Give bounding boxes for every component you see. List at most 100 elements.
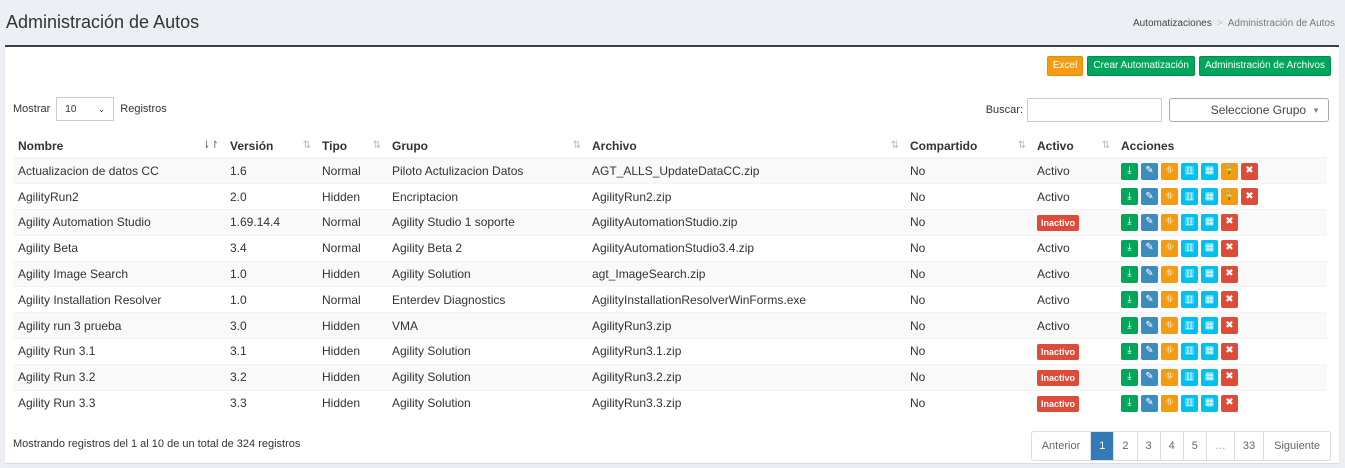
delete-icon[interactable]: ✖ <box>1221 342 1238 360</box>
pagination-page[interactable]: 2 <box>1113 432 1136 460</box>
group-select[interactable]: Seleccione Grupo ▼ <box>1169 98 1329 122</box>
edit-icon[interactable]: ✎ <box>1141 213 1158 231</box>
delete-icon[interactable]: ✖ <box>1241 188 1258 206</box>
download-icon[interactable]: ⤓ <box>1121 188 1138 206</box>
pagination-page[interactable]: 33 <box>1233 432 1263 460</box>
pagination-page[interactable]: 5 <box>1182 432 1206 460</box>
calendar-icon[interactable]: ▦ <box>1201 368 1218 386</box>
cell-archivo: agt_ImageSearch.zip <box>587 260 905 287</box>
column-header-label: Activo <box>1037 138 1074 153</box>
search-input[interactable] <box>1027 98 1162 122</box>
download-icon[interactable]: ⤓ <box>1121 162 1138 180</box>
sitemap-icon[interactable]: ⛗ <box>1161 342 1178 360</box>
content-header: Administración de Autos Automatizaciones… <box>0 0 1345 46</box>
download-icon[interactable]: ⤓ <box>1121 394 1138 412</box>
cell-archivo: AgilityAutomationStudio.zip <box>587 209 905 236</box>
delete-icon[interactable]: ✖ <box>1221 368 1238 386</box>
cell-archivo: AgilityRun2.zip <box>587 183 905 210</box>
column-header[interactable]: Versión ⇅ <box>225 134 317 159</box>
cell-tipo: Hidden <box>317 363 387 391</box>
column-header[interactable]: Tipo ⇅ <box>317 134 387 159</box>
sitemap-icon[interactable]: ⛗ <box>1161 291 1178 309</box>
sitemap-icon[interactable]: ⛗ <box>1161 188 1178 206</box>
calendar-icon[interactable]: ▦ <box>1201 188 1218 206</box>
chart-icon[interactable]: ▥ <box>1181 342 1198 360</box>
cell-tipo: Normal <box>317 209 387 236</box>
delete-icon[interactable]: ✖ <box>1221 265 1238 283</box>
edit-icon[interactable]: ✎ <box>1141 188 1158 206</box>
calendar-icon[interactable]: ▦ <box>1201 291 1218 309</box>
sitemap-icon[interactable]: ⛗ <box>1161 162 1178 180</box>
sitemap-icon[interactable]: ⛗ <box>1161 394 1178 412</box>
edit-icon[interactable]: ✎ <box>1141 394 1158 412</box>
pagination-page[interactable]: 1 <box>1090 432 1114 460</box>
chart-icon[interactable]: ▥ <box>1181 291 1198 309</box>
download-icon[interactable]: ⤓ <box>1121 213 1138 231</box>
download-icon[interactable]: ⤓ <box>1121 291 1138 309</box>
chart-icon[interactable]: ▥ <box>1181 162 1198 180</box>
calendar-icon[interactable]: ▦ <box>1201 239 1218 257</box>
delete-icon[interactable]: ✖ <box>1221 291 1238 309</box>
chart-icon[interactable]: ▥ <box>1181 394 1198 412</box>
calendar-icon[interactable]: ▦ <box>1201 317 1218 335</box>
delete-icon[interactable]: ✖ <box>1221 317 1238 335</box>
edit-icon[interactable]: ✎ <box>1141 239 1158 257</box>
chart-icon[interactable]: ▥ <box>1181 265 1198 283</box>
sort-asc-icon: ⇂↾ <box>202 140 219 151</box>
lock-icon[interactable]: 🔒 <box>1221 162 1238 180</box>
sitemap-icon[interactable]: ⛗ <box>1161 368 1178 386</box>
download-icon[interactable]: ⤓ <box>1121 368 1138 386</box>
column-header[interactable]: Activo ⇅ <box>1032 134 1116 159</box>
calendar-icon[interactable]: ▦ <box>1201 265 1218 283</box>
pagination-page[interactable]: 4 <box>1159 432 1183 460</box>
download-icon[interactable]: ⤓ <box>1121 265 1138 283</box>
main-box: Excel Crear Automatización Administració… <box>5 45 1339 463</box>
calendar-icon[interactable]: ▦ <box>1201 213 1218 231</box>
column-header[interactable]: Compartido ⇅ <box>905 134 1032 159</box>
breadcrumb-root-link[interactable]: Automatizaciones <box>1133 18 1212 29</box>
sitemap-icon[interactable]: ⛗ <box>1161 265 1178 283</box>
pagination-prev[interactable]: Anterior <box>1032 432 1091 460</box>
excel-button[interactable]: Excel <box>1046 56 1084 76</box>
sitemap-icon[interactable]: ⛗ <box>1161 213 1178 231</box>
chart-icon[interactable]: ▥ <box>1181 213 1198 231</box>
download-icon[interactable]: ⤓ <box>1121 342 1138 360</box>
sort-icon: ⇅ <box>890 140 899 151</box>
edit-icon[interactable]: ✎ <box>1141 265 1158 283</box>
column-header[interactable]: Grupo ⇅ <box>387 134 587 159</box>
edit-icon[interactable]: ✎ <box>1141 368 1158 386</box>
chart-icon[interactable]: ▥ <box>1181 239 1198 257</box>
chevron-down-icon: ⌄ <box>97 103 106 114</box>
cell-compartido: No <box>905 338 1032 365</box>
edit-icon[interactable]: ✎ <box>1141 342 1158 360</box>
column-header[interactable]: Nombre ⇂↾ <box>13 134 225 159</box>
cell-activo: Activo <box>1032 286 1116 313</box>
edit-icon[interactable]: ✎ <box>1141 291 1158 309</box>
sort-icon: ⇅ <box>1017 140 1026 151</box>
table-row: Actualizacion de datos CC 1.6 Normal Piloto… <box>13 157 1327 184</box>
sitemap-icon[interactable]: ⛗ <box>1161 239 1178 257</box>
cell-version: 1.69.14.4 <box>225 209 317 236</box>
pagination-next[interactable]: Siguiente <box>1263 432 1330 460</box>
download-icon[interactable]: ⤓ <box>1121 239 1138 257</box>
chart-icon[interactable]: ▥ <box>1181 188 1198 206</box>
column-header[interactable]: Archivo ⇅ <box>587 134 905 159</box>
length-select[interactable]: 10 ⌄ <box>56 97 115 121</box>
calendar-icon[interactable]: ▦ <box>1201 342 1218 360</box>
calendar-icon[interactable]: ▦ <box>1201 394 1218 412</box>
delete-icon[interactable]: ✖ <box>1221 394 1238 412</box>
lock-icon[interactable]: 🔒 <box>1221 188 1238 206</box>
chart-icon[interactable]: ▥ <box>1181 317 1198 335</box>
delete-icon[interactable]: ✖ <box>1241 162 1258 180</box>
create-automation-button[interactable]: Crear Automatización <box>1087 56 1195 76</box>
file-admin-button[interactable]: Administración de Archivos <box>1198 56 1331 76</box>
download-icon[interactable]: ⤓ <box>1121 317 1138 335</box>
calendar-icon[interactable]: ▦ <box>1201 162 1218 180</box>
edit-icon[interactable]: ✎ <box>1141 162 1158 180</box>
delete-icon[interactable]: ✖ <box>1221 213 1238 231</box>
pagination-page[interactable]: 3 <box>1136 432 1160 460</box>
delete-icon[interactable]: ✖ <box>1221 239 1238 257</box>
chart-icon[interactable]: ▥ <box>1181 368 1198 386</box>
edit-icon[interactable]: ✎ <box>1141 317 1158 335</box>
sitemap-icon[interactable]: ⛗ <box>1161 317 1178 335</box>
